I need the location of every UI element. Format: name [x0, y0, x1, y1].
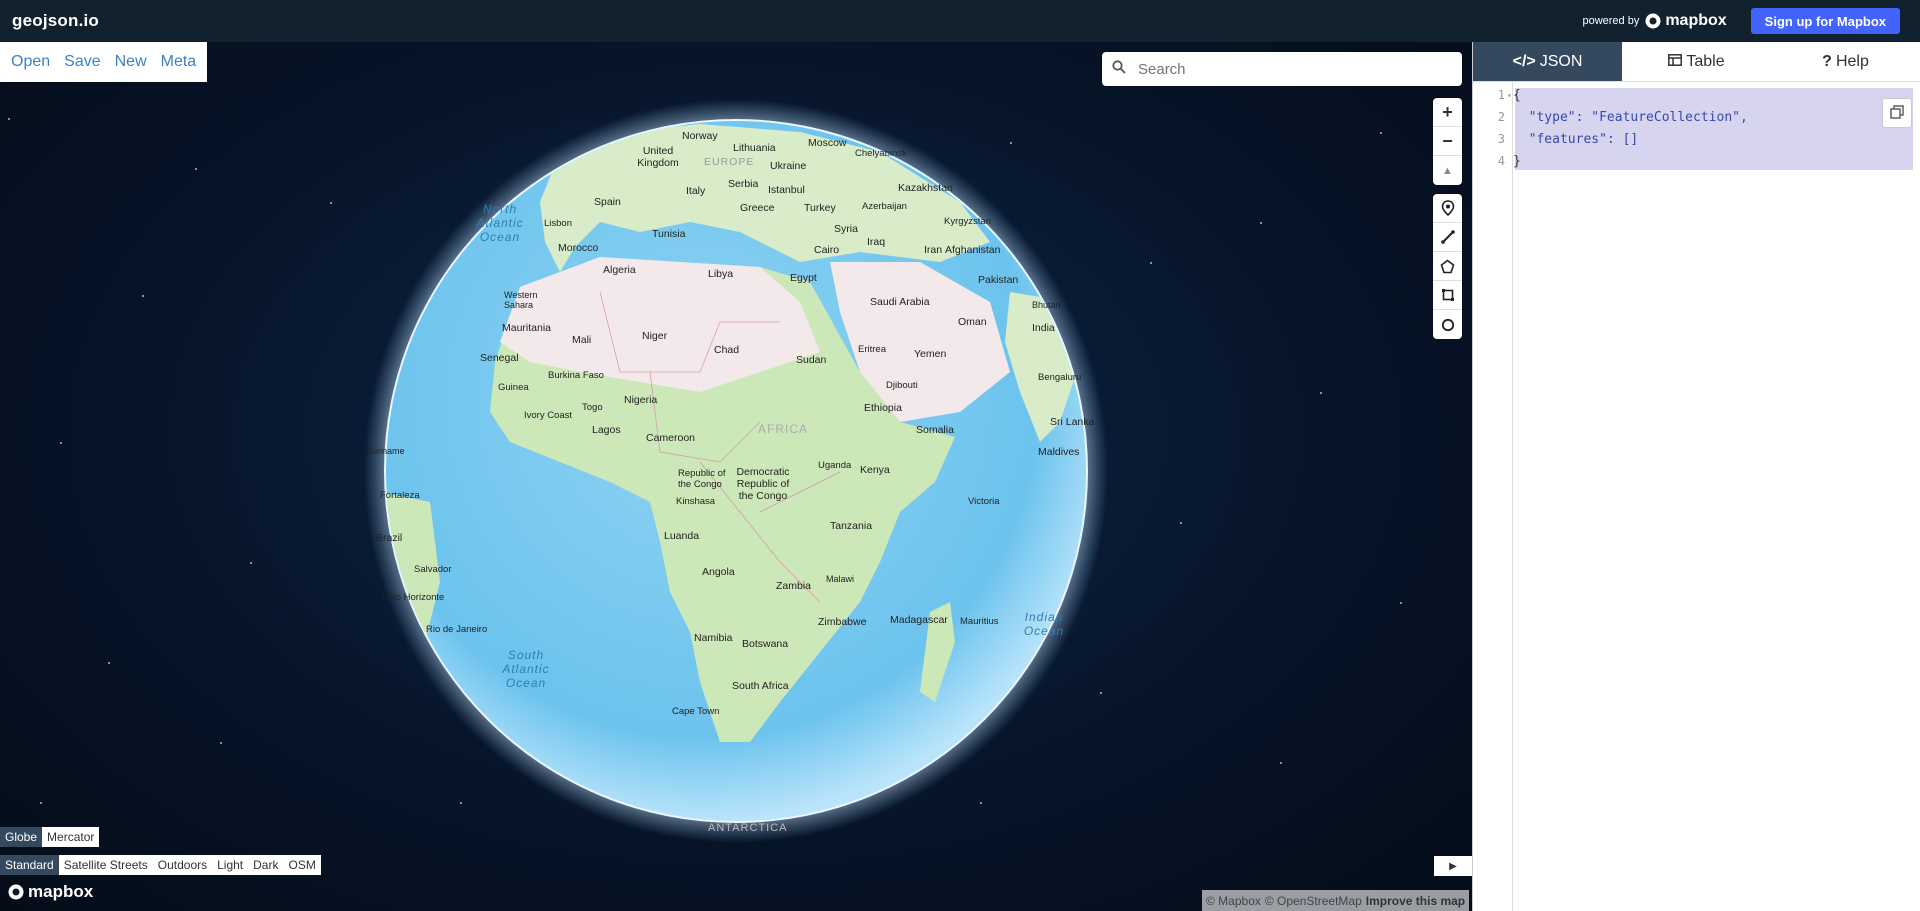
attribution-osm[interactable]: © OpenStreetMap: [1265, 894, 1362, 908]
collapse-panel-button[interactable]: ▶: [1434, 856, 1472, 876]
attribution-mapbox[interactable]: © Mapbox: [1206, 894, 1261, 908]
search-box: [1102, 52, 1462, 86]
tab-json[interactable]: </> JSON: [1473, 42, 1622, 82]
top-bar: geojson.io powered by mapbox Sign up for…: [0, 0, 1920, 42]
signup-button[interactable]: Sign up for Mapbox: [1750, 8, 1900, 34]
draw-tools: [1433, 194, 1462, 339]
zoom-controls: + − ▲: [1433, 98, 1462, 185]
selection-highlight: [1515, 88, 1913, 170]
line-number: 4: [1497, 154, 1505, 168]
mapbox-logo-text: mapbox: [1665, 12, 1727, 29]
code-text: {: [1513, 87, 1521, 103]
zoom-in-button[interactable]: +: [1433, 98, 1462, 127]
code-icon: </>: [1512, 52, 1536, 70]
new-button[interactable]: New: [110, 53, 152, 71]
search-icon: [1102, 60, 1136, 78]
style-osm[interactable]: OSM: [283, 855, 321, 875]
panel-tabs: </> JSON Table ? Help: [1473, 42, 1920, 82]
code-line: 2 "type": "FeatureCollection",: [1473, 106, 1748, 128]
help-icon: ?: [1822, 52, 1832, 70]
circle-icon[interactable]: [1433, 310, 1462, 339]
caret-right-icon: ▶: [1449, 860, 1457, 872]
table-icon: [1668, 53, 1683, 71]
code-line: 1 ▾ {: [1473, 84, 1521, 106]
search-input[interactable]: [1136, 59, 1462, 79]
globe[interactable]: [0, 42, 1472, 911]
meta-button[interactable]: Meta: [156, 53, 202, 71]
map-canvas[interactable]: Norway Moscow Lithuania United Kingdom E…: [0, 42, 1472, 911]
improve-map-link[interactable]: Improve this map: [1366, 894, 1465, 908]
save-button[interactable]: Save: [59, 53, 105, 71]
tab-help-label: Help: [1835, 52, 1869, 70]
style-light[interactable]: Light: [212, 855, 249, 875]
polygon-icon[interactable]: [1433, 252, 1462, 281]
line-gutter: [1473, 82, 1513, 911]
code-line: 4 }: [1473, 150, 1521, 172]
line-number: 3: [1497, 132, 1505, 146]
style-switcher: Standard Satellite Streets Outdoors Ligh…: [0, 855, 321, 875]
zoom-out-button[interactable]: −: [1433, 127, 1462, 156]
attribution: © Mapbox © OpenStreetMap Improve this ma…: [1202, 890, 1470, 911]
fold-icon[interactable]: ▾: [1507, 91, 1512, 100]
mapbox-logo[interactable]: mapbox: [1645, 12, 1727, 30]
style-standard[interactable]: Standard: [0, 855, 59, 875]
tab-help[interactable]: ? Help: [1771, 42, 1920, 82]
code-line: 3 "features": []: [1473, 128, 1638, 150]
file-menu: Open Save New Meta: [0, 42, 208, 82]
projection-toggle: Globe Mercator: [0, 827, 100, 847]
mercator-projection-button[interactable]: Mercator: [42, 827, 100, 847]
code-text: "features": []: [1513, 131, 1639, 147]
line-number: 1: [1497, 88, 1505, 102]
code-text: "type": "FeatureCollection",: [1513, 109, 1748, 125]
rectangle-icon[interactable]: [1433, 281, 1462, 310]
line-icon[interactable]: [1433, 223, 1462, 252]
open-button[interactable]: Open: [6, 53, 55, 71]
copy-button[interactable]: [1882, 98, 1912, 128]
style-satellite-streets[interactable]: Satellite Streets: [58, 855, 153, 875]
mapbox-wordmark-text: mapbox: [28, 882, 94, 901]
copy-icon: [1890, 104, 1904, 122]
mapbox-icon: [8, 884, 24, 900]
editor-panel: </> JSON Table ? Help 1 ▾ { 2 "type": "F…: [1472, 42, 1920, 911]
marker-icon[interactable]: [1433, 194, 1462, 223]
tab-json-label: JSON: [1539, 52, 1583, 70]
compass-button[interactable]: ▲: [1433, 156, 1462, 185]
brand-title[interactable]: geojson.io: [12, 11, 99, 31]
json-editor[interactable]: 1 ▾ { 2 "type": "FeatureCollection", 3 "…: [1473, 82, 1920, 911]
tab-table[interactable]: Table: [1622, 42, 1771, 82]
powered-by-label: powered by: [1582, 15, 1640, 27]
powered-by: powered by mapbox: [1582, 12, 1726, 30]
mapbox-wordmark[interactable]: mapbox: [8, 882, 93, 902]
mapbox-icon: [1645, 13, 1661, 29]
style-dark[interactable]: Dark: [248, 855, 284, 875]
style-outdoors[interactable]: Outdoors: [152, 855, 213, 875]
line-number: 2: [1497, 110, 1505, 124]
code-text: }: [1513, 153, 1521, 169]
tab-table-label: Table: [1686, 52, 1725, 70]
globe-projection-button[interactable]: Globe: [0, 827, 43, 847]
